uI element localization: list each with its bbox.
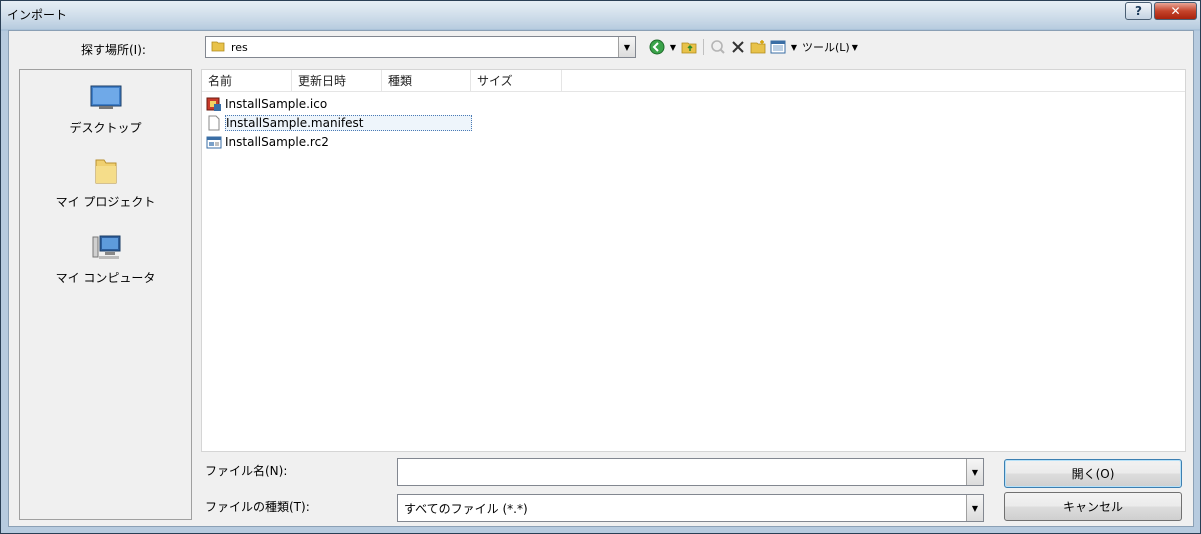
tools-menu[interactable]: ツール(L) ▼ [802, 37, 858, 57]
help-button[interactable]: ? [1125, 2, 1152, 20]
file-name: InstallSample.rc2 [225, 134, 329, 149]
file-name: InstallSample.manifest [225, 114, 473, 131]
lookin-dropdown-arrow[interactable]: ▼ [618, 37, 635, 57]
list-item[interactable]: InstallSample.manifest [206, 113, 473, 132]
lookin-label: 探す場所(I): [81, 43, 146, 57]
filetype-dropdown-arrow[interactable]: ▼ [966, 495, 983, 521]
list-item[interactable]: InstallSample.ico [206, 94, 472, 113]
filetype-select[interactable]: すべてのファイル (*.*) ▼ [397, 494, 984, 522]
rc-file-icon [206, 134, 222, 150]
place-label: マイ コンピュータ [55, 271, 156, 285]
filename-combo[interactable]: ▼ [397, 458, 984, 486]
place-desktop[interactable]: デスクトップ [20, 84, 191, 136]
views-icon[interactable] [770, 37, 786, 57]
file-rows: InstallSample.ico InstallSample.manifest… [206, 94, 473, 151]
new-folder-icon[interactable] [750, 37, 766, 57]
search-web-icon[interactable] [710, 37, 726, 57]
toolbar: ▼ ▼ ツール(L) ▼ [649, 37, 858, 57]
file-name: InstallSample.ico [225, 96, 328, 111]
dialog-client: 探す場所(I): res ▼ ▼ ▼ ツール(L) ▼ デスクトップ マイ プロ… [8, 30, 1194, 527]
place-label: デスクトップ [69, 121, 142, 135]
cancel-button[interactable]: キャンセル [1004, 492, 1182, 521]
filetype-value: すべてのファイル (*.*) [404, 501, 528, 516]
computer-icon [20, 234, 191, 265]
blank-file-icon [206, 115, 222, 131]
filetype-label: ファイルの種類(T): [205, 500, 310, 514]
column-name[interactable]: 名前 [202, 70, 292, 92]
back-dropdown-icon[interactable]: ▼ [669, 37, 677, 57]
toolbar-separator [703, 39, 704, 55]
filename-dropdown-arrow[interactable]: ▼ [966, 459, 983, 485]
column-size[interactable]: サイズ [471, 70, 562, 92]
open-button[interactable]: 開く(O) [1004, 459, 1182, 488]
column-header-row: 名前 更新日時 種類 サイズ [202, 70, 1185, 92]
close-button[interactable]: ✕ [1154, 2, 1197, 20]
desktop-icon [20, 84, 191, 115]
column-type[interactable]: 種類 [382, 70, 471, 92]
folder-icon [211, 39, 225, 56]
place-label: マイ プロジェクト [55, 195, 156, 209]
tools-label: ツール(L) [802, 41, 850, 54]
views-dropdown-icon[interactable]: ▼ [790, 37, 798, 57]
back-icon[interactable] [649, 37, 665, 57]
ico-file-icon [206, 96, 222, 112]
file-list[interactable]: 名前 更新日時 種類 サイズ InstallSample.ico Install… [201, 69, 1186, 452]
folder-icon [20, 156, 191, 189]
title-bar[interactable]: インポート ? ✕ [1, 1, 1200, 29]
window-title: インポート [7, 8, 68, 22]
column-modified[interactable]: 更新日時 [292, 70, 382, 92]
delete-icon[interactable] [730, 37, 746, 57]
import-dialog: インポート ? ✕ 探す場所(I): res ▼ ▼ ▼ ツール(L) ▼ デス… [0, 0, 1201, 534]
place-my-project[interactable]: マイ プロジェクト [20, 156, 191, 210]
tools-dropdown-icon: ▼ [851, 42, 858, 52]
places-bar: デスクトップ マイ プロジェクト マイ コンピュータ [19, 69, 192, 520]
place-my-computer[interactable]: マイ コンピュータ [20, 234, 191, 286]
up-folder-icon[interactable] [681, 37, 697, 57]
list-item[interactable]: InstallSample.rc2 [206, 132, 472, 151]
lookin-combo[interactable]: res ▼ [205, 36, 636, 58]
lookin-value: res [231, 40, 248, 54]
filename-label: ファイル名(N): [205, 464, 288, 478]
filename-input[interactable] [398, 460, 958, 484]
